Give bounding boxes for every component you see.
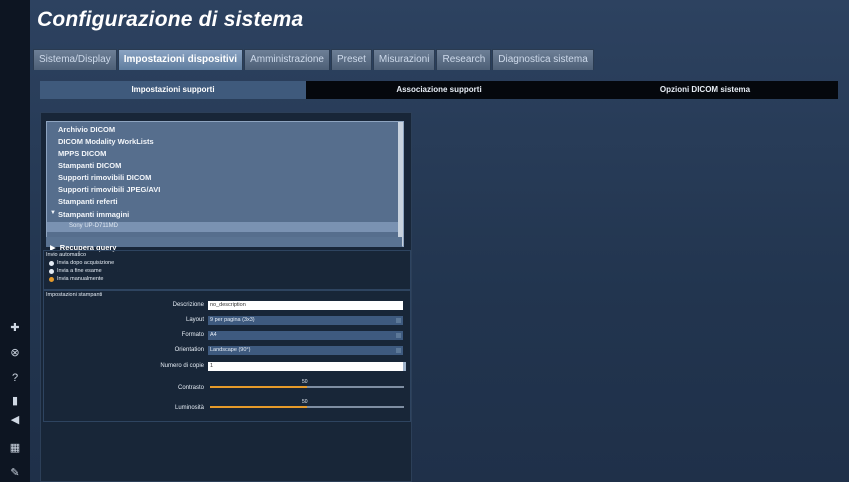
subtab-opzioni-dicom-sistema[interactable]: Opzioni DICOM sistema bbox=[572, 81, 838, 99]
expand-arrow-icon[interactable]: ▼ bbox=[50, 210, 56, 216]
tree-item-stampanti-immagini[interactable]: Stampanti immagini bbox=[58, 210, 129, 219]
descrizione-label: Descrizione bbox=[172, 302, 204, 308]
radio-invia-fine[interactable] bbox=[49, 269, 54, 274]
luminosita-label: Luminosità bbox=[174, 405, 204, 411]
tree-item-supporti-rimovibili-dicom[interactable]: Supporti rimovibili DICOM bbox=[58, 173, 151, 182]
luminosita-value: 50 bbox=[302, 399, 308, 405]
tree-item-mpps-dicom[interactable]: MPPS DICOM bbox=[58, 149, 106, 158]
tree-item-stampanti-referti[interactable]: Stampanti referti bbox=[58, 197, 118, 206]
radio-invia-manualmente[interactable] bbox=[49, 277, 54, 282]
tab-research[interactable]: Research bbox=[436, 49, 492, 70]
luminosita-fill bbox=[210, 406, 307, 408]
tree-item-archivio-dicom[interactable]: Archivio DICOM bbox=[58, 125, 115, 134]
stampanti-title: Impostazioni stampanti bbox=[46, 292, 103, 298]
tab-preset[interactable]: Preset bbox=[330, 49, 372, 70]
luminosita-slider[interactable]: 50 bbox=[210, 399, 404, 411]
subtab-associazione-supporti[interactable]: Associazione supporti bbox=[306, 81, 572, 99]
pointer-icon[interactable]: ✚ bbox=[6, 320, 24, 336]
tree-item-recupera-query[interactable]: ▶ Recupera query bbox=[46, 237, 402, 252]
tree-item-sony-printer[interactable]: Sony UP-D711MD bbox=[69, 223, 118, 229]
help-icon[interactable]: ? bbox=[6, 370, 24, 386]
formato-select[interactable]: A4 bbox=[208, 331, 403, 340]
impostazioni-stampanti-group: Impostazioni stampanti Descrizione no_de… bbox=[43, 290, 411, 422]
copie-input[interactable]: 1 bbox=[208, 362, 403, 371]
tab-misurazioni[interactable]: Misurazioni bbox=[372, 49, 436, 70]
contrasto-value: 50 bbox=[302, 379, 308, 385]
stop-icon[interactable]: ⊗ bbox=[6, 345, 24, 361]
tab-impostazioni-dispositivi[interactable]: Impostazioni dispositivi bbox=[117, 49, 244, 70]
copie-label: Numero di copie bbox=[160, 363, 204, 369]
left-icon-strip: ✚ ⊗ ? ▮ ◀ ▦ ✎ bbox=[0, 0, 30, 482]
contrasto-label: Contrasto bbox=[177, 385, 204, 391]
contrasto-fill bbox=[210, 386, 307, 388]
descrizione-input[interactable]: no_description bbox=[208, 301, 403, 310]
settings-panel: Archivio DICOM DICOM Modality WorkLists … bbox=[40, 112, 412, 482]
tree-item-dicom-worklists[interactable]: DICOM Modality WorkLists bbox=[58, 137, 154, 146]
settings-icon[interactable]: ▮ bbox=[6, 393, 24, 409]
audio-icon[interactable]: ◀ bbox=[6, 412, 24, 428]
page-title: Configurazione di sistema bbox=[37, 8, 304, 31]
orientation-select[interactable]: Landscape (90°) bbox=[208, 346, 403, 355]
sub-tabs: Impostazioni supporti Associazione suppo… bbox=[40, 81, 838, 99]
layout-label: Layout bbox=[185, 317, 204, 323]
config-window: Configurazione di sistema Sistema/Displa… bbox=[30, 0, 849, 482]
contrasto-slider[interactable]: 50 bbox=[210, 379, 404, 391]
copie-stepper[interactable] bbox=[403, 362, 406, 371]
tab-amministrazione[interactable]: Amministrazione bbox=[244, 49, 330, 70]
invio-title: Invio automatico bbox=[46, 252, 87, 258]
formato-label: Formato bbox=[181, 332, 204, 338]
main-tabs: Sistema/Display Impostazioni dispositivi… bbox=[33, 49, 595, 70]
tree-item-stampanti-dicom[interactable]: Stampanti DICOM bbox=[58, 161, 121, 170]
clean-icon[interactable]: ✎ bbox=[6, 465, 24, 481]
device-tree: Archivio DICOM DICOM Modality WorkLists … bbox=[46, 121, 404, 247]
tab-sistema-display[interactable]: Sistema/Display bbox=[33, 49, 117, 70]
orientation-label: Orientation bbox=[174, 347, 204, 353]
image-icon[interactable]: ▦ bbox=[6, 440, 24, 456]
subtab-impostazioni-supporti[interactable]: Impostazioni supporti bbox=[40, 81, 306, 99]
tree-scrollbar[interactable] bbox=[398, 122, 403, 246]
label-invia-manualmente: Invia manualmente bbox=[57, 276, 104, 282]
label-invia-dopo: Invia dopo acquisizione bbox=[57, 260, 115, 266]
label-invia-fine: Invia a fine esame bbox=[57, 268, 102, 274]
layout-select[interactable]: 9 per pagina (3x3) bbox=[208, 316, 403, 325]
invio-automatico-group: Invio automatico Invia dopo acquisizione… bbox=[43, 250, 411, 290]
radio-invia-dopo[interactable] bbox=[49, 261, 54, 266]
tab-diagnostica-sistema[interactable]: Diagnostica sistema bbox=[492, 49, 594, 70]
tree-item-supporti-rimovibili-jpeg[interactable]: Supporti rimovibili JPEG/AVI bbox=[58, 185, 160, 194]
